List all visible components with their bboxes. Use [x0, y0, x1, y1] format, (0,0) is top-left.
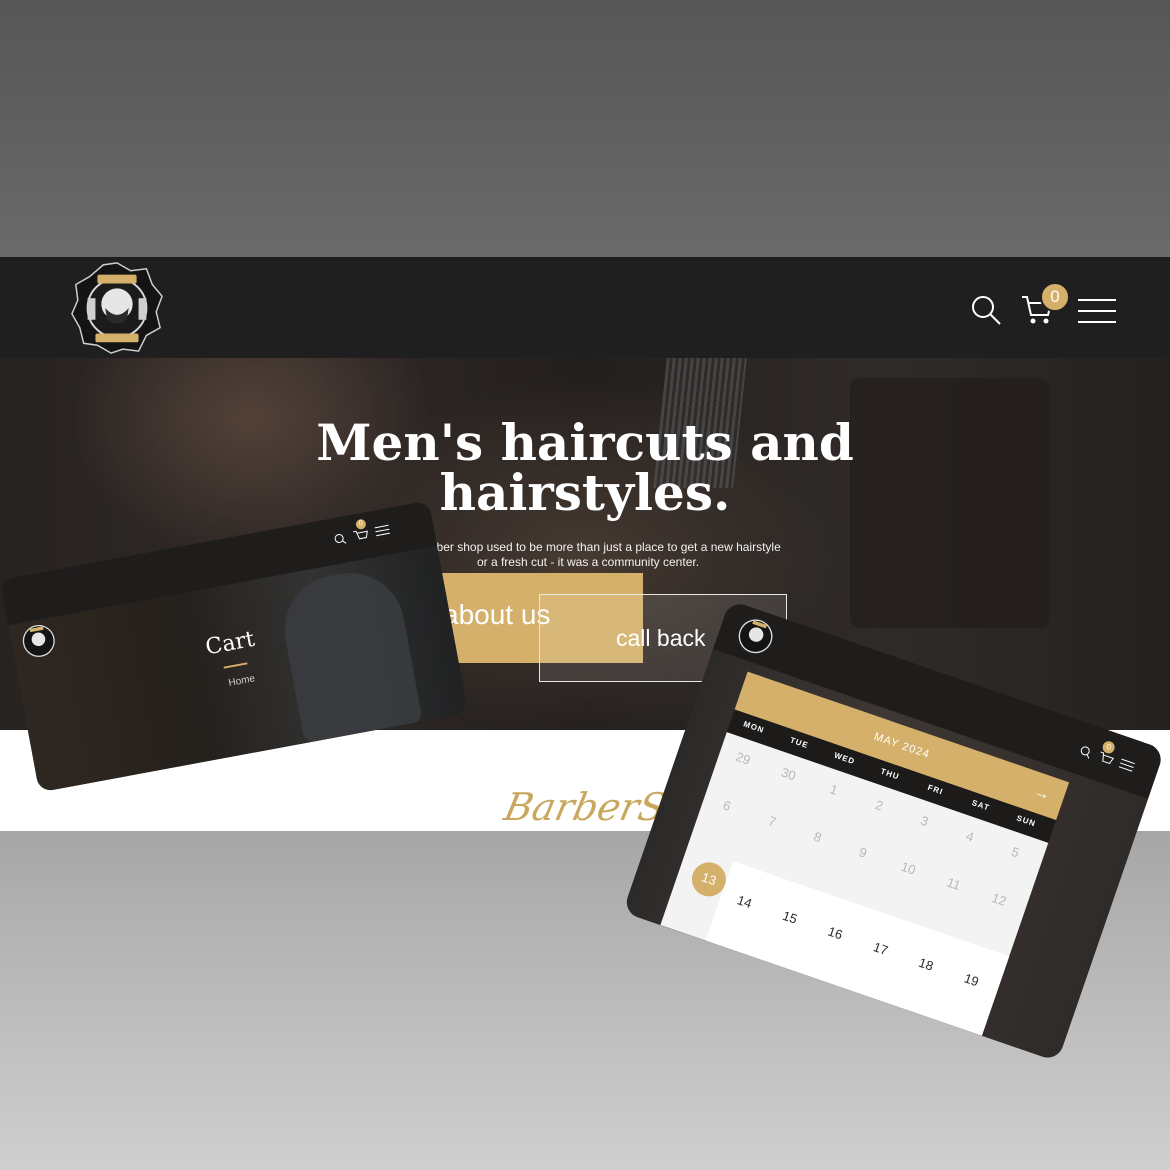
hero-subtitle: The barber shop used to be more than jus… [395, 540, 781, 569]
cart-count-badge: 0 [1040, 282, 1070, 312]
mockup-logo-icon [738, 619, 773, 654]
hamburger-menu-icon[interactable] [1078, 299, 1116, 323]
barber-logo-icon[interactable] [68, 259, 166, 357]
showcase-stage: 0 Men's haircuts and hairstyles. The bar… [0, 0, 1170, 1170]
mockup-logo-icon [22, 625, 55, 657]
search-icon[interactable] [970, 294, 1002, 326]
top-navbar: 0 [0, 257, 1170, 358]
hero-title: Men's haircuts and hairstyles. [316, 413, 854, 522]
